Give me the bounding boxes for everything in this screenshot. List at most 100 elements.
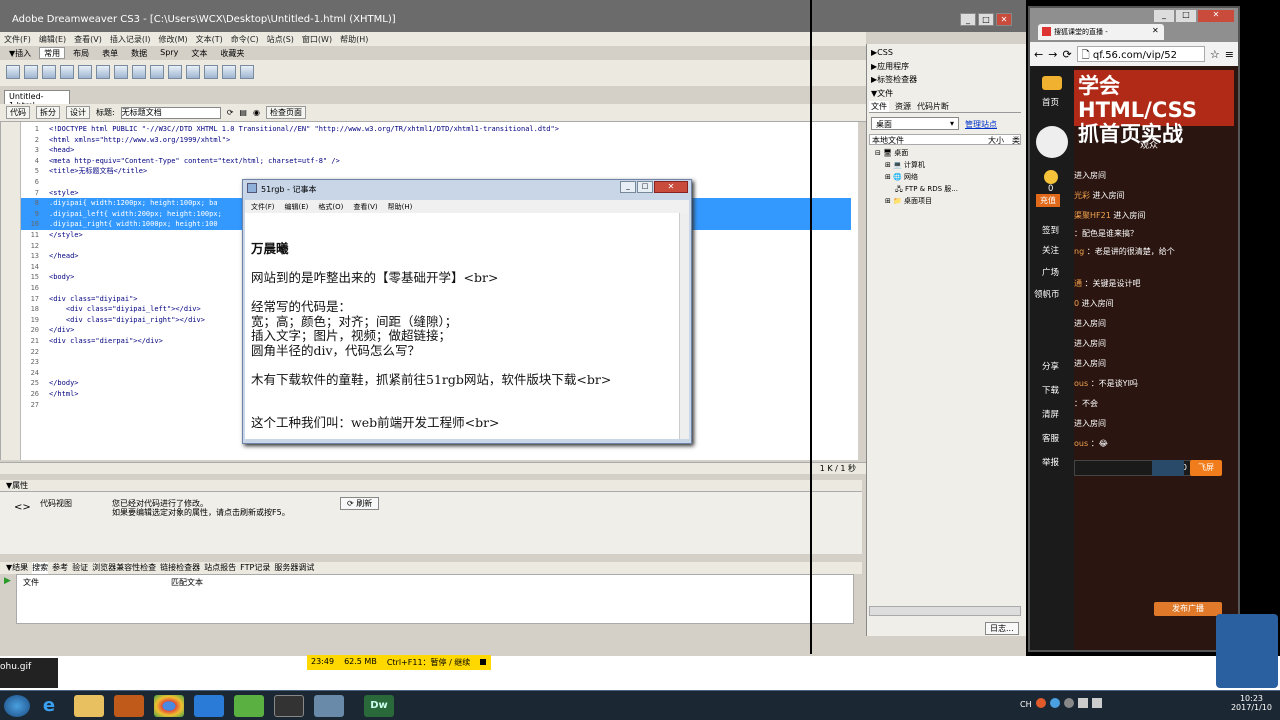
tab-favorites[interactable]: 收藏夹 bbox=[215, 47, 249, 59]
site-select[interactable]: 桌面 ▾ bbox=[871, 117, 959, 130]
code-line[interactable]: 16 bbox=[21, 283, 49, 294]
code-line[interactable]: 23 bbox=[21, 357, 49, 368]
back-icon[interactable]: ← bbox=[1034, 48, 1043, 61]
chat-user[interactable]: 渠聚HF21 bbox=[1074, 211, 1111, 220]
tab-forms[interactable]: 表单 bbox=[97, 47, 123, 59]
side-home[interactable]: 首页 bbox=[1042, 96, 1059, 108]
stop-icon[interactable] bbox=[480, 659, 487, 665]
fly-send-blue[interactable] bbox=[1152, 460, 1184, 476]
script-icon[interactable] bbox=[204, 65, 218, 79]
notepad-close-button[interactable]: ✕ bbox=[654, 181, 688, 193]
code-line[interactable]: 11 </style> bbox=[21, 230, 83, 241]
side-square[interactable]: 广场 bbox=[1042, 266, 1059, 278]
browser-minimize-button[interactable]: _ bbox=[1154, 10, 1174, 22]
side-share[interactable]: 分享 bbox=[1042, 360, 1059, 372]
named-anchor-icon[interactable] bbox=[42, 65, 56, 79]
code-line[interactable]: 25 </body> bbox=[21, 378, 79, 389]
media-icon[interactable] bbox=[114, 65, 128, 79]
menu-help[interactable]: 帮助(H) bbox=[340, 34, 368, 44]
manage-site-link[interactable]: 管理站点 bbox=[965, 119, 997, 130]
chat-user[interactable]: 通 bbox=[1074, 279, 1082, 288]
preview-icon[interactable]: ◉ bbox=[253, 108, 260, 117]
chat-user[interactable]: ng bbox=[1074, 247, 1084, 256]
media-player-icon[interactable] bbox=[114, 695, 144, 717]
code-line[interactable]: 26 </html> bbox=[21, 389, 79, 400]
code-line[interactable]: 4 <meta http-equiv="Content-Type" content… bbox=[21, 156, 340, 167]
div-icon[interactable] bbox=[78, 65, 92, 79]
chat-user[interactable]: 光彩 bbox=[1074, 191, 1090, 200]
baidu-icon[interactable] bbox=[194, 695, 224, 717]
explorer-icon[interactable] bbox=[74, 695, 104, 717]
panel-application[interactable]: ▶应用程序 bbox=[871, 61, 909, 72]
browser-tab[interactable]: 搜狐课堂的直播 - bbox=[1038, 24, 1164, 40]
code-line[interactable]: 1 <!DOCTYPE html PUBLIC "-//W3C//DTD XHTM… bbox=[21, 124, 559, 135]
tree-network[interactable]: ⊞ 🌐 网络 bbox=[885, 172, 918, 182]
recharge-button[interactable]: 充值 bbox=[1036, 194, 1060, 207]
audience-tab[interactable]: 观众 bbox=[1140, 138, 1158, 151]
tab-link-checker[interactable]: 链接检查器 bbox=[160, 562, 200, 574]
panel-tag-inspector[interactable]: ▶标签检查器 bbox=[871, 74, 917, 85]
broadcast-button[interactable]: 发布广播 bbox=[1154, 602, 1222, 616]
side-service[interactable]: 客服 bbox=[1042, 432, 1059, 444]
results-label[interactable]: ▼结果 bbox=[6, 562, 28, 574]
panel-files[interactable]: ▼文件 bbox=[871, 88, 893, 99]
chrome-icon[interactable] bbox=[154, 695, 184, 717]
files-scrollbar[interactable] bbox=[869, 606, 1021, 616]
tab-common[interactable]: 常用 bbox=[39, 47, 66, 59]
properties-panel-header[interactable]: ▼属性 bbox=[0, 480, 862, 492]
home-icon[interactable] bbox=[1042, 76, 1062, 90]
side-checkin[interactable]: 签到 bbox=[1042, 224, 1059, 236]
notepad-scrollbar[interactable] bbox=[679, 213, 689, 439]
code-view-button[interactable]: 代码 bbox=[6, 106, 30, 119]
check-page-button[interactable]: 检查页面 bbox=[265, 106, 306, 119]
menu-text[interactable]: 文本(T) bbox=[196, 34, 223, 44]
log-button[interactable]: 日志... bbox=[985, 622, 1019, 635]
chat-user[interactable]: 0 bbox=[1074, 299, 1079, 308]
table-icon[interactable] bbox=[60, 65, 74, 79]
side-coins[interactable]: 领帆币 bbox=[1034, 288, 1060, 300]
code-line[interactable]: 5 <title>无标题文档</title> bbox=[21, 166, 147, 177]
tab-data[interactable]: 数据 bbox=[126, 47, 152, 59]
tab-validation[interactable]: 验证 bbox=[72, 562, 88, 574]
chat-user[interactable]: ous bbox=[1074, 439, 1088, 448]
server-include-icon[interactable] bbox=[150, 65, 164, 79]
tray-help-icon[interactable] bbox=[1064, 698, 1074, 708]
code-line[interactable]: 17 <div class="diyipai"> bbox=[21, 294, 138, 305]
tab-browser-compat[interactable]: 浏览器兼容性检查 bbox=[92, 562, 156, 574]
dreamweaver-task-icon[interactable]: Dw bbox=[364, 695, 394, 717]
np-menu-file[interactable]: 文件(F) bbox=[251, 202, 275, 211]
code-line[interactable]: 14 bbox=[21, 262, 49, 273]
panel-css[interactable]: ▶CSS bbox=[871, 48, 893, 57]
tree-desktop-items[interactable]: ⊞ 📁 桌面项目 bbox=[885, 196, 932, 206]
ie-icon[interactable]: e bbox=[34, 695, 64, 717]
code-line[interactable]: 3 <head> bbox=[21, 145, 75, 156]
forward-icon[interactable]: → bbox=[1048, 48, 1057, 61]
code-line[interactable]: 19 <div class="diyipai_right"></div> bbox=[21, 315, 205, 326]
minimize-button[interactable]: _ bbox=[960, 13, 976, 26]
address-bar[interactable]: 🗋 qf.56.com/vip/52 bbox=[1076, 46, 1205, 62]
reload-icon[interactable]: ⟳ bbox=[1062, 48, 1071, 61]
comment-icon[interactable] bbox=[168, 65, 182, 79]
head-icon[interactable] bbox=[186, 65, 200, 79]
code-line[interactable]: 22 bbox=[21, 347, 49, 358]
np-menu-format[interactable]: 格式(O) bbox=[318, 202, 343, 211]
tray-qq-icon[interactable] bbox=[1050, 698, 1060, 708]
email-link-icon[interactable] bbox=[24, 65, 38, 79]
notepad-text-area[interactable]: 万晨曦 网站到的是咋整出来的【零基础开学】<br> 经常写的代码是： 宽；高；颜色；对… bbox=[245, 213, 679, 439]
notepad-app-icon[interactable] bbox=[314, 695, 344, 717]
tab-files[interactable]: 文件 bbox=[869, 101, 889, 112]
code-line[interactable]: 20 </div> bbox=[21, 325, 75, 336]
menu-modify[interactable]: 修改(M) bbox=[158, 34, 187, 44]
code-line[interactable]: 13 </head> bbox=[21, 251, 79, 262]
browser-maximize-button[interactable]: □ bbox=[1176, 10, 1196, 22]
np-menu-view[interactable]: 查看(V) bbox=[353, 202, 377, 211]
refresh-button[interactable]: ⟳ 刷新 bbox=[340, 497, 380, 510]
code-line[interactable]: 18 <div class="diyipai_left"></div> bbox=[21, 304, 201, 315]
avatar[interactable] bbox=[1036, 126, 1068, 158]
menu-commands[interactable]: 命令(C) bbox=[231, 34, 259, 44]
file-management-icon[interactable]: ▤ bbox=[239, 108, 247, 117]
refresh-icon[interactable]: ⟳ bbox=[227, 108, 234, 117]
code-line[interactable]: 27 bbox=[21, 400, 49, 411]
tab-layout[interactable]: 布局 bbox=[68, 47, 94, 59]
date-icon[interactable] bbox=[132, 65, 146, 79]
